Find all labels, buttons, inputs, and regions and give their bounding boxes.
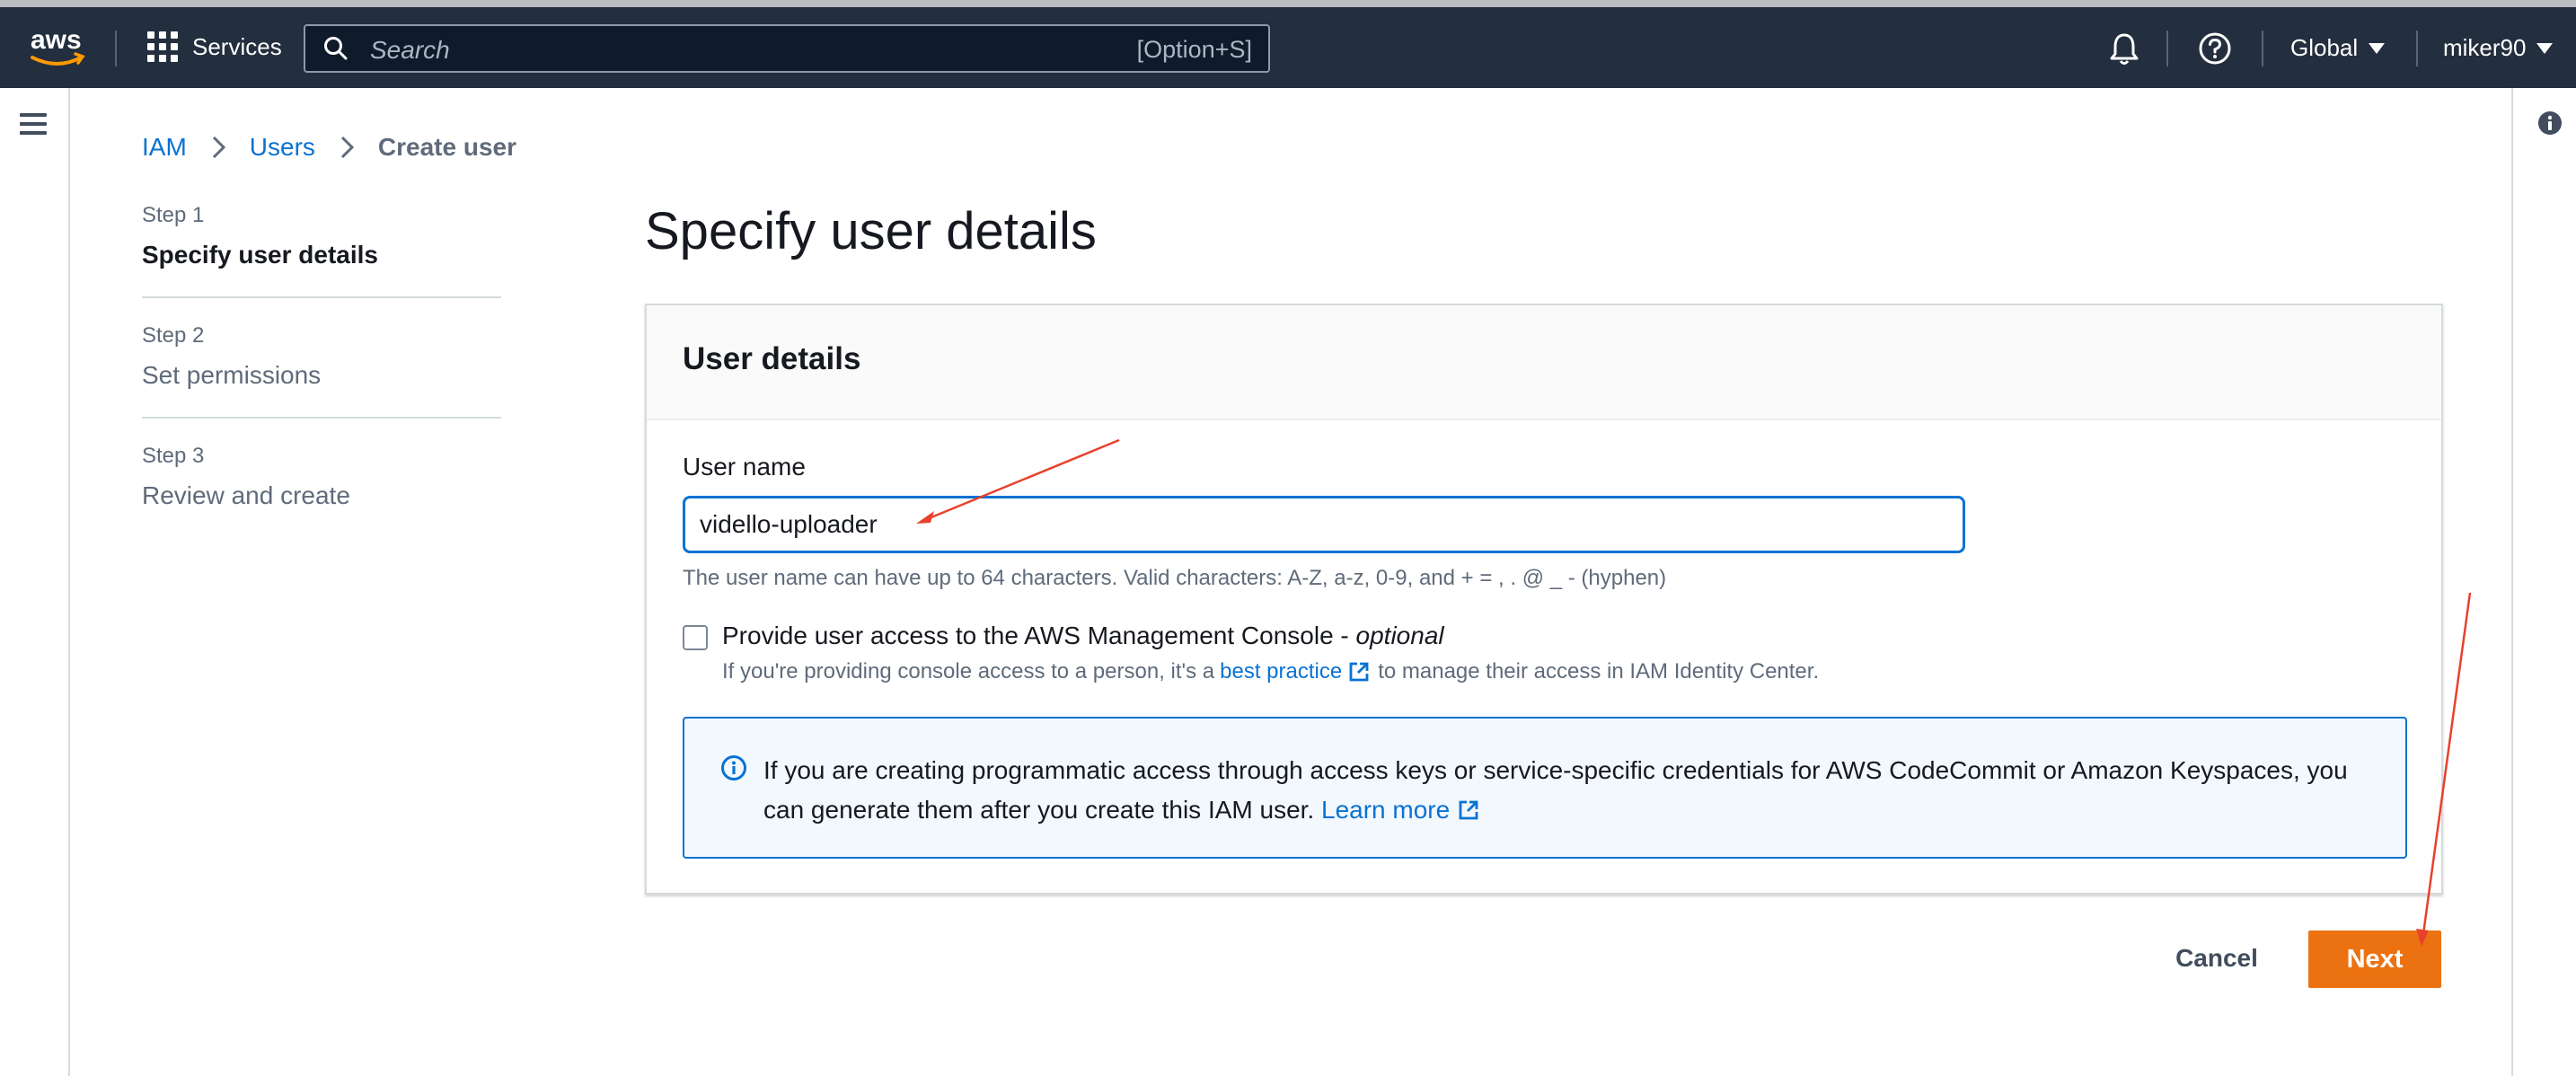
top-nav-bar: aws Services [Option+S] Global miker90: [0, 7, 2576, 88]
wizard-step-1: Step 1 Specify user details: [142, 203, 501, 298]
optional-tag: optional: [1355, 622, 1444, 649]
breadcrumb-link-iam[interactable]: IAM: [142, 133, 187, 162]
chevron-right-icon: [340, 136, 355, 159]
user-name-label: User name: [683, 453, 806, 481]
nav-divider: [2262, 31, 2263, 66]
console-desc-suffix: to manage their access in IAM Identity C…: [1378, 659, 1820, 684]
console-access-checkbox[interactable]: [683, 625, 708, 650]
page-title: Specify user details: [645, 202, 1097, 260]
step-number: Step 2: [142, 323, 205, 348]
grid-icon: [147, 31, 178, 62]
account-menu[interactable]: miker90: [2443, 34, 2554, 62]
step-title: Specify user details: [142, 241, 379, 269]
info-circle-icon[interactable]: [2536, 110, 2563, 137]
info-icon: [721, 755, 746, 781]
search-input[interactable]: [368, 31, 1037, 69]
region-selector[interactable]: Global: [2290, 34, 2386, 62]
best-practice-link[interactable]: best practice: [1220, 659, 1342, 684]
user-name-input[interactable]: [683, 496, 1965, 553]
container-title: User details: [683, 341, 861, 376]
console-access-label-text: Provide user access to the AWS Managemen…: [722, 622, 1356, 649]
step-number: Step 1: [142, 203, 205, 227]
external-link-icon: [1349, 662, 1369, 682]
container-header: User details: [647, 305, 2441, 420]
region-label: Global: [2290, 34, 2359, 61]
wizard-step-3: Step 3 Review and create: [142, 444, 501, 537]
hamburger-menu-icon[interactable]: [20, 113, 47, 135]
caret-down-icon: [2369, 42, 2386, 54]
help-circle-icon[interactable]: [2197, 31, 2233, 66]
console-desc-prefix: If you're providing console access to a …: [722, 659, 1215, 684]
info-alert-message: If you are creating programmatic access …: [763, 756, 2348, 824]
side-navigation-rail: [0, 88, 70, 1076]
caret-down-icon: [2536, 42, 2554, 54]
external-link-icon: [1459, 800, 1478, 820]
wizard-step-2: Step 2 Set permissions: [142, 323, 501, 419]
chevron-right-icon: [212, 136, 225, 159]
console-access-description: If you're providing console access to a …: [722, 659, 1819, 684]
account-username: miker90: [2443, 34, 2527, 61]
services-menu-button[interactable]: Services: [147, 31, 282, 62]
step-title: Review and create: [142, 481, 350, 509]
breadcrumb-current: Create user: [377, 133, 516, 161]
breadcrumb: IAM Users Create user: [142, 133, 516, 162]
wizard-steps: Step 1 Specify user details Step 2 Set p…: [142, 203, 501, 562]
step-title: Set permissions: [142, 361, 322, 389]
browser-top-strip: [0, 0, 2576, 7]
learn-more-link[interactable]: Learn more: [1321, 796, 1450, 824]
search-box[interactable]: [Option+S]: [304, 24, 1270, 73]
search-shortcut-hint: [Option+S]: [1136, 36, 1252, 63]
svg-text:aws: aws: [31, 25, 82, 55]
help-panel-rail: [2511, 88, 2576, 1076]
nav-divider: [115, 31, 117, 66]
aws-logo[interactable]: aws: [29, 23, 86, 77]
search-icon: [324, 37, 348, 60]
breadcrumb-link-users[interactable]: Users: [250, 133, 315, 162]
services-label: Services: [192, 32, 282, 60]
next-button[interactable]: Next: [2308, 930, 2441, 988]
user-details-container: User details User name The user name can…: [645, 304, 2443, 895]
nav-divider: [2416, 31, 2418, 66]
info-alert-text: If you are creating programmatic access …: [763, 751, 2380, 830]
step-number: Step 3: [142, 444, 205, 468]
nav-divider: [2166, 31, 2168, 66]
bell-icon[interactable]: [2107, 31, 2141, 66]
cancel-button[interactable]: Cancel: [2156, 930, 2278, 986]
console-access-label[interactable]: Provide user access to the AWS Managemen…: [722, 622, 1444, 650]
info-alert: If you are creating programmatic access …: [683, 717, 2407, 859]
user-name-constraint: The user name can have up to 64 characte…: [683, 566, 1667, 590]
